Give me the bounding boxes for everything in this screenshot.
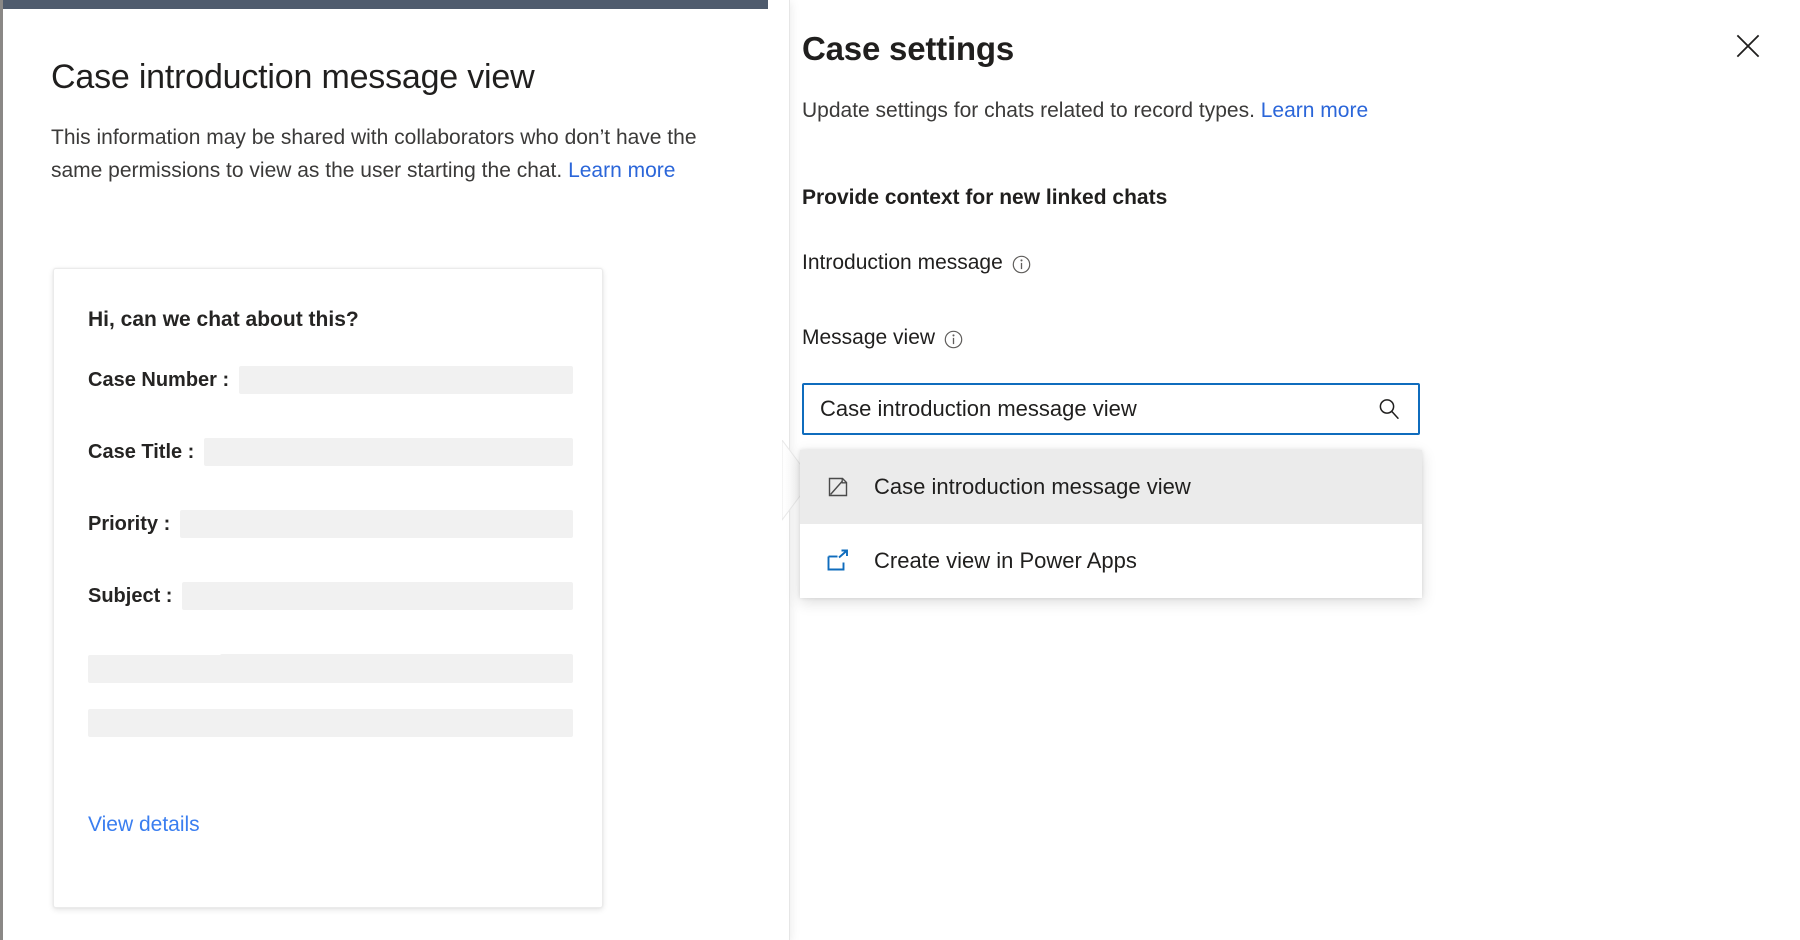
- introduction-message-row: Introduction message: [802, 245, 1742, 281]
- card-field-label: Subject :: [88, 585, 182, 608]
- message-preview-card: Hi, can we chat about this? Case Number …: [53, 268, 603, 908]
- view-details-link[interactable]: View details: [88, 813, 200, 837]
- view-list-icon: [824, 473, 852, 501]
- close-button[interactable]: [1724, 22, 1772, 70]
- card-field-value-placeholder: [239, 366, 573, 394]
- settings-subtitle-text: Update settings for chats related to rec…: [802, 99, 1261, 122]
- introduction-message-label: Introduction message: [802, 251, 1003, 275]
- card-field-value-placeholder: [180, 510, 573, 538]
- card-field-value-placeholder: [182, 582, 573, 610]
- case-settings-panel: Case settings Update settings for chats …: [790, 0, 1800, 940]
- flyout-top-accent-bar: [3, 0, 768, 9]
- card-field-label: Case Number :: [88, 369, 239, 392]
- app-root: Case introduction message view This info…: [0, 0, 1800, 940]
- card-field-row: Priority :: [88, 509, 573, 539]
- message-view-dropdown-list: Case introduction message view Create vi…: [800, 450, 1422, 598]
- card-field-row: Subject :: [88, 581, 573, 611]
- info-icon[interactable]: [944, 330, 963, 349]
- card-greeting-heading: Hi, can we chat about this?: [88, 308, 359, 332]
- settings-subtitle: Update settings for chats related to rec…: [802, 96, 1368, 125]
- card-field-label: Case Title :: [88, 441, 204, 464]
- card-description-overflow-rows: [88, 655, 573, 763]
- info-icon[interactable]: [1012, 255, 1031, 274]
- search-icon[interactable]: [1372, 392, 1406, 426]
- card-description-line-placeholder: [88, 655, 573, 683]
- close-icon: [1735, 33, 1761, 59]
- flyout-title: Case introduction message view: [51, 56, 696, 99]
- message-view-combobox[interactable]: Case introduction message view: [802, 383, 1420, 435]
- flyout-description: This information may be shared with coll…: [51, 121, 713, 187]
- settings-title: Case settings: [802, 30, 1014, 68]
- dropdown-option-label: Create view in Power Apps: [874, 548, 1137, 574]
- card-field-label: Priority :: [88, 513, 180, 536]
- introduction-message-label-group: Introduction message: [802, 251, 1031, 275]
- open-in-new-window-icon: [824, 547, 852, 575]
- message-view-label: Message view: [802, 326, 935, 350]
- message-view-input[interactable]: Case introduction message view: [820, 396, 1372, 422]
- card-field-row: Case Title :: [88, 437, 573, 467]
- dropdown-option-create-view-in-power-apps[interactable]: Create view in Power Apps: [800, 524, 1422, 598]
- card-description-line-placeholder: [88, 709, 573, 737]
- message-view-preview-flyout: Case introduction message view This info…: [0, 0, 790, 940]
- card-field-list: Case Number : Case Title : Priority : Su…: [88, 365, 573, 683]
- card-field-value-placeholder: [204, 438, 573, 466]
- card-field-row: Case Number :: [88, 365, 573, 395]
- settings-learn-more-link[interactable]: Learn more: [1261, 99, 1368, 122]
- flyout-content: Case introduction message view This info…: [51, 56, 696, 187]
- dropdown-option-case-introduction-message-view[interactable]: Case introduction message view: [800, 450, 1422, 524]
- message-view-label-group: Message view: [802, 326, 963, 350]
- flyout-learn-more-link[interactable]: Learn more: [568, 159, 675, 182]
- section-heading-provide-context: Provide context for new linked chats: [802, 186, 1167, 210]
- dropdown-option-label: Case introduction message view: [874, 474, 1191, 500]
